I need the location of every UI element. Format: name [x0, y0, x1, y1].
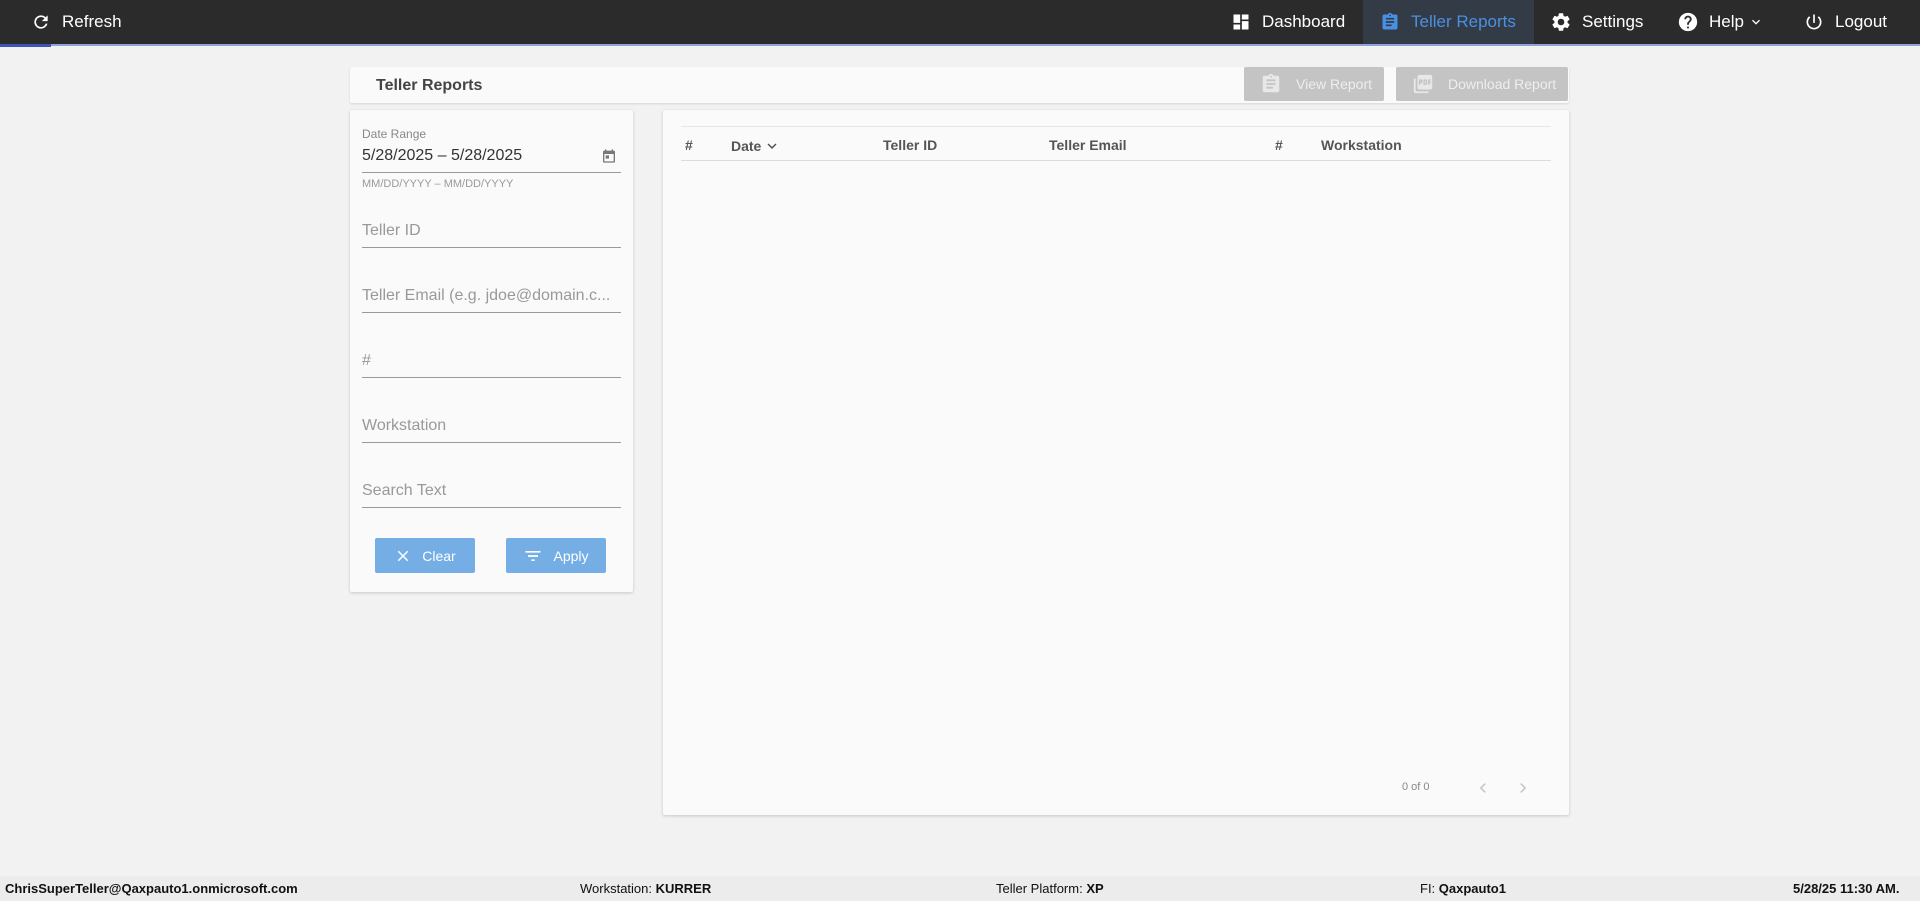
- footer-fi: FI: Qaxpauto1: [1420, 881, 1506, 896]
- calendar-icon[interactable]: [601, 148, 617, 164]
- column-header-workstation[interactable]: Workstation: [1321, 137, 1402, 153]
- view-report-button[interactable]: View Report: [1244, 67, 1384, 101]
- column-header-teller-email[interactable]: Teller Email: [1049, 137, 1127, 153]
- pdf-icon: [1412, 73, 1434, 95]
- status-bar: ChrisSuperTeller@Qaxpauto1.onmicrosoft.c…: [0, 876, 1920, 901]
- dashboard-icon: [1230, 11, 1252, 33]
- table-header: # Date Teller ID Teller Email # Workstat…: [681, 126, 1551, 161]
- filter-icon: [523, 546, 553, 566]
- column-header-number[interactable]: #: [685, 137, 693, 153]
- date-range-label: Date Range: [362, 127, 427, 141]
- apply-label: Apply: [553, 547, 589, 564]
- top-nav-bar: Refresh Dashboard Teller Reports Setting…: [0, 0, 1920, 44]
- page-title: Teller Reports: [376, 77, 483, 94]
- clipboard-icon: [1260, 73, 1282, 95]
- footer-fi-value: Qaxpauto1: [1438, 881, 1506, 896]
- column-header-number-2[interactable]: #: [1275, 137, 1283, 153]
- footer-platform-value: XP: [1086, 881, 1104, 896]
- date-range-field[interactable]: Date Range 5/28/2025 – 5/28/2025 MM/DD/Y…: [362, 127, 621, 190]
- refresh-button[interactable]: Refresh: [30, 0, 122, 44]
- footer-datetime: 5/28/25 11:30 AM.: [1793, 881, 1899, 896]
- nav-teller-reports-label: Teller Reports: [1411, 12, 1516, 31]
- chevron-right-icon: [1513, 778, 1533, 798]
- clipboard-icon: [1379, 11, 1401, 33]
- nav-dashboard-label: Dashboard: [1262, 12, 1346, 31]
- nav-teller-reports[interactable]: Teller Reports: [1363, 0, 1534, 44]
- search-text-field[interactable]: Search Text: [362, 470, 621, 510]
- search-text-underline: [362, 507, 621, 508]
- loading-track: [0, 44, 1920, 46]
- date-range-underline: [362, 172, 621, 173]
- clear-button[interactable]: Clear: [375, 538, 475, 573]
- column-header-date-label: Date: [731, 138, 762, 154]
- nav-help-label: Help: [1709, 12, 1744, 31]
- gear-icon: [1550, 11, 1572, 33]
- nav-logout[interactable]: Logout: [1803, 0, 1887, 44]
- chevron-left-icon: [1473, 778, 1493, 798]
- apply-button[interactable]: Apply: [506, 538, 606, 573]
- footer-fi-label: FI:: [1420, 881, 1439, 896]
- column-header-teller-id[interactable]: Teller ID: [883, 137, 937, 153]
- page-header: Teller Reports View Report Download Repo…: [350, 67, 1569, 103]
- loading-indicator: [0, 44, 51, 47]
- view-report-label: View Report: [1296, 76, 1373, 92]
- pagination-range: 0 of 0: [1402, 781, 1430, 793]
- teller-id-field[interactable]: Teller ID: [362, 210, 621, 250]
- date-range-value[interactable]: 5/28/2025 – 5/28/2025: [362, 147, 522, 165]
- previous-page-button[interactable]: [1473, 778, 1493, 798]
- nav-settings[interactable]: Settings: [1550, 0, 1643, 44]
- nav-settings-label: Settings: [1582, 12, 1644, 31]
- column-header-date[interactable]: Date: [731, 137, 781, 155]
- teller-id-placeholder: Teller ID: [362, 222, 421, 239]
- number-underline: [362, 377, 621, 378]
- chevron-down-icon: [763, 137, 781, 155]
- filter-panel: Date Range 5/28/2025 – 5/28/2025 MM/DD/Y…: [350, 110, 633, 592]
- number-placeholder: #: [362, 352, 371, 369]
- download-report-button[interactable]: Download Report: [1396, 67, 1568, 101]
- clear-label: Clear: [422, 547, 456, 564]
- footer-workstation-value: KURRER: [655, 881, 712, 896]
- teller-id-underline: [362, 247, 621, 248]
- footer-datetime-value: 5/28/25 11:30 AM.: [1793, 881, 1900, 896]
- nav-logout-label: Logout: [1835, 12, 1887, 31]
- refresh-icon: [30, 11, 52, 33]
- teller-email-field[interactable]: Teller Email (e.g. jdoe@domain.c...: [362, 275, 621, 315]
- power-icon: [1803, 11, 1825, 33]
- help-icon: [1677, 11, 1699, 33]
- date-range-hint: MM/DD/YYYY – MM/DD/YYYY: [362, 178, 514, 190]
- search-text-placeholder: Search Text: [362, 482, 447, 499]
- workstation-underline: [362, 442, 621, 443]
- teller-email-underline: [362, 312, 621, 313]
- footer-platform: Teller Platform: XP: [996, 881, 1104, 896]
- teller-email-placeholder: Teller Email (e.g. jdoe@domain.c...: [362, 287, 611, 304]
- number-field[interactable]: #: [362, 340, 621, 380]
- download-report-label: Download Report: [1448, 76, 1557, 92]
- workstation-field[interactable]: Workstation: [362, 405, 621, 445]
- next-page-button[interactable]: [1513, 778, 1533, 798]
- footer-platform-label: Teller Platform:: [996, 881, 1087, 896]
- footer-workstation-label: Workstation:: [580, 881, 656, 896]
- results-table-card: # Date Teller ID Teller Email # Workstat…: [663, 110, 1569, 815]
- footer-workstation: Workstation: KURRER: [580, 881, 711, 896]
- footer-user-email: ChrisSuperTeller@Qaxpauto1.onmicrosoft.c…: [5, 881, 298, 896]
- chevron-down-icon: [1748, 14, 1764, 30]
- footer-user: ChrisSuperTeller@Qaxpauto1.onmicrosoft.c…: [5, 881, 298, 896]
- refresh-label: Refresh: [62, 12, 122, 31]
- nav-dashboard[interactable]: Dashboard: [1230, 0, 1345, 44]
- nav-help[interactable]: Help: [1677, 0, 1764, 44]
- workstation-placeholder: Workstation: [362, 417, 447, 434]
- close-icon: [394, 547, 422, 565]
